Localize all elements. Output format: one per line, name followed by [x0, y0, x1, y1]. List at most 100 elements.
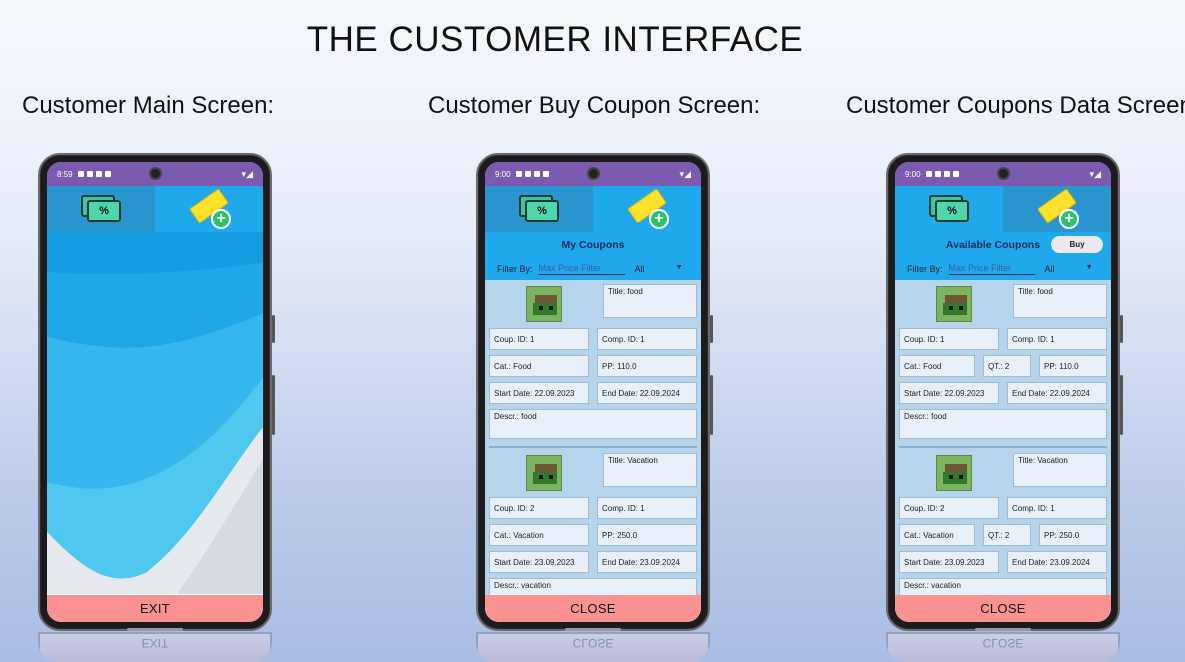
pixel-art-icon [936, 286, 972, 322]
tab-buy-coupon[interactable]: + [155, 186, 263, 232]
camera-icon [587, 167, 600, 180]
end-date-field: End Date: 23.09.2024 [1007, 551, 1107, 573]
signal-icon: ▾◢ [241, 168, 253, 179]
coupon-card[interactable]: Title: Vacation Coup. ID: 2 Comp. ID: 1 C… [899, 453, 1107, 595]
filter-row: Filter By: Max Price Filter All ▼ [895, 258, 1111, 280]
reflection-label: CLOSE [886, 632, 1120, 662]
phone-reflection: CLOSE [476, 632, 710, 662]
home-indicator [565, 628, 621, 631]
coupon-percent-icon: % [81, 195, 121, 223]
ticket-add-icon: + [1035, 188, 1079, 229]
description-field: Descr.: vacation [489, 578, 697, 595]
tab-my-coupons[interactable]: % [47, 186, 155, 232]
company-id-field: Comp. ID: 1 [1007, 497, 1107, 519]
coupon-id-field: Coup. ID: 2 [899, 497, 999, 519]
phone-reflection: CLOSE [886, 632, 1120, 662]
coupon-card: Title: Vacation Coup. ID: 2 Comp. ID: 1 C… [489, 453, 697, 595]
phone-main-screen: 8:59 ▾◢ % + EXIT [38, 153, 275, 631]
pixel-art-icon [936, 455, 972, 491]
pixel-art-icon [526, 286, 562, 322]
end-date-field: End Date: 22.09.2024 [1007, 382, 1107, 404]
start-date-field: Start Date: 22.09.2023 [489, 382, 589, 404]
category-filter-value: All [1044, 264, 1055, 274]
tab-my-coupons[interactable]: % [895, 186, 1003, 232]
tab-my-coupons[interactable]: % [485, 186, 593, 232]
dropdown-arrow-icon: ▼ [675, 264, 683, 271]
filter-label: Filter By: [907, 264, 943, 274]
status-time: 8:59 [57, 169, 73, 179]
status-icons [77, 171, 111, 177]
price-field: PP: 110.0 [597, 355, 697, 377]
end-date-field: End Date: 23.09.2024 [597, 551, 697, 573]
status-icons [925, 171, 959, 177]
coupon-percent-icon: % [929, 195, 969, 223]
heading-buy-coupon-screen: Customer Buy Coupon Screen: [428, 92, 761, 119]
category-field: Cat.: Food [489, 355, 589, 377]
close-button[interactable]: CLOSE [485, 595, 701, 622]
category-field: Cat.: Vacation [489, 524, 589, 546]
home-indicator [975, 628, 1031, 631]
coupon-title-field: Title: Vacation [603, 453, 697, 487]
phone-buy-coupon-screen: 9:00 ▾◢ % + My Coupons Filter By: Max Pr… [476, 153, 713, 631]
max-price-filter-input[interactable]: Max Price Filter [948, 263, 1035, 275]
exit-button[interactable]: EXIT [47, 595, 263, 622]
coupon-list[interactable]: Title: food Coup. ID: 1 Comp. ID: 1 Cat.:… [895, 280, 1111, 595]
category-field: Cat.: Food [899, 355, 975, 377]
pixel-art-icon [526, 455, 562, 491]
tab-bar: % + [895, 186, 1111, 232]
coupon-title-field: Title: food [603, 284, 697, 318]
max-price-filter-input[interactable]: Max Price Filter [538, 263, 625, 275]
heading-main-screen: Customer Main Screen: [22, 92, 275, 119]
company-id-field: Comp. ID: 1 [597, 497, 697, 519]
price-field: PP: 250.0 [1039, 524, 1107, 546]
coupon-id-field: Coup. ID: 1 [899, 328, 999, 350]
reflection-label: CLOSE [476, 632, 710, 662]
signal-icon: ▾◢ [1089, 168, 1101, 179]
camera-icon [149, 167, 162, 180]
category-filter-value: All [634, 264, 645, 274]
description-field: Descr.: vacation [899, 578, 1107, 595]
list-title: My Coupons [561, 239, 625, 251]
description-field: Descr.: food [899, 409, 1107, 439]
reflection-label: EXIT [38, 632, 272, 662]
phone-reflection: EXIT [38, 632, 272, 662]
status-bar: 8:59 ▾◢ [47, 162, 263, 186]
tab-bar: % + [47, 186, 263, 232]
end-date-field: End Date: 22.09.2024 [597, 382, 697, 404]
category-field: Cat.: Vacation [899, 524, 975, 546]
coupon-percent-icon: % [519, 195, 559, 223]
heading-coupons-data-screen: Customer Coupons Data Screen: [846, 92, 1185, 119]
coupon-id-field: Coup. ID: 1 [489, 328, 589, 350]
list-header: My Coupons Filter By: Max Price Filter A… [485, 232, 701, 280]
tab-buy-coupon[interactable]: + [1003, 186, 1111, 232]
ticket-add-icon: + [187, 188, 231, 229]
tab-bar: % + [485, 186, 701, 232]
coupon-title-field: Title: Vacation [1013, 453, 1107, 487]
quantity-field: QT.: 2 [983, 355, 1031, 377]
coupon-list[interactable]: Title: food Coup. ID: 1 Comp. ID: 1 Cat.:… [485, 280, 701, 595]
coupon-card[interactable]: Title: food Coup. ID: 1 Comp. ID: 1 Cat.:… [899, 284, 1107, 448]
category-filter-select[interactable]: All ▼ [635, 264, 683, 274]
page-title: THE CUSTOMER INTERFACE [306, 20, 804, 59]
category-filter-select[interactable]: All ▼ [1045, 264, 1093, 274]
ticket-add-icon: + [625, 188, 669, 229]
camera-icon [997, 167, 1010, 180]
phone-coupons-data-screen: 9:00 ▾◢ % + Available Coupons Buy Filter… [886, 153, 1123, 631]
description-field: Descr.: food [489, 409, 697, 439]
coupon-title-field: Title: food [1013, 284, 1107, 318]
buy-button[interactable]: Buy [1051, 236, 1103, 253]
close-button[interactable]: CLOSE [895, 595, 1111, 622]
start-date-field: Start Date: 23.09.2023 [899, 551, 999, 573]
filter-label: Filter By: [497, 264, 533, 274]
list-title-row: Available Coupons Buy [895, 232, 1111, 258]
status-bar: 9:00 ▾◢ [485, 162, 701, 186]
company-id-field: Comp. ID: 1 [1007, 328, 1107, 350]
status-time: 9:00 [905, 169, 921, 179]
home-indicator [127, 628, 183, 631]
signal-icon: ▾◢ [679, 168, 691, 179]
price-field: PP: 250.0 [597, 524, 697, 546]
start-date-field: Start Date: 22.09.2023 [899, 382, 999, 404]
list-header: Available Coupons Buy Filter By: Max Pri… [895, 232, 1111, 280]
tab-buy-coupon[interactable]: + [593, 186, 701, 232]
main-wave-background [47, 232, 263, 595]
